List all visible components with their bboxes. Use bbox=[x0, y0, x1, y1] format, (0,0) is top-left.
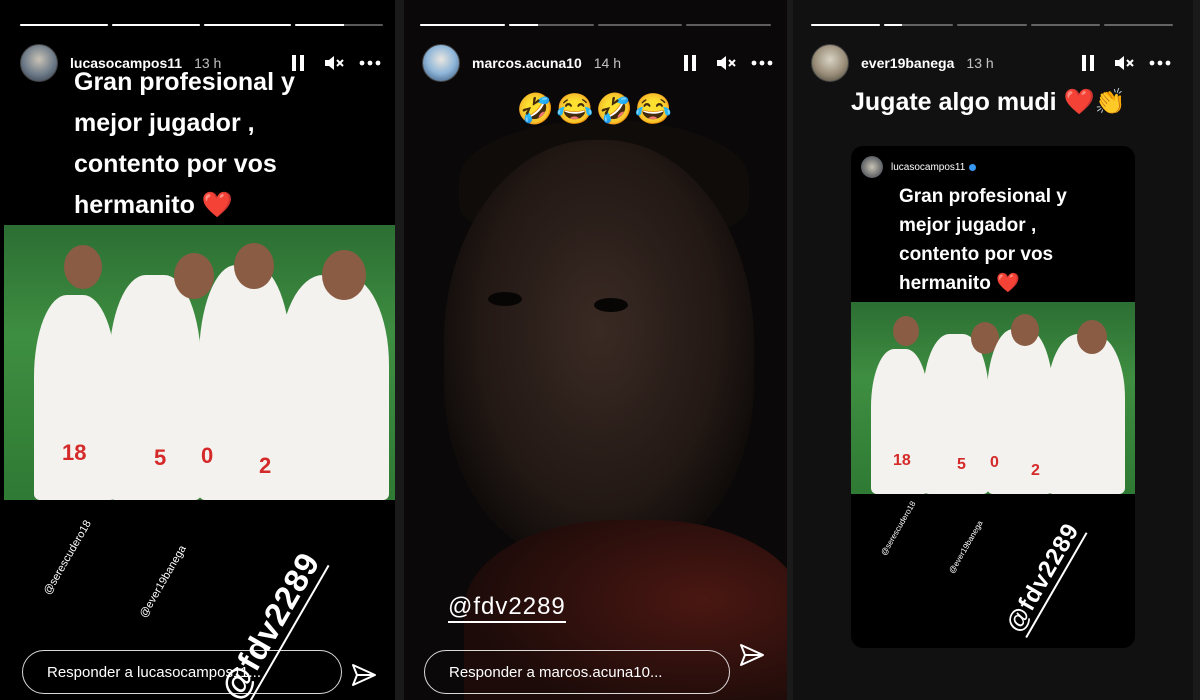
progress-segment bbox=[420, 24, 505, 26]
progress-segment bbox=[884, 24, 954, 26]
progress-segment bbox=[295, 24, 383, 26]
emoji-sticker: 🤣😂🤣😂 bbox=[516, 93, 675, 126]
reply-input[interactable]: Responder a lucasocampos11... bbox=[22, 650, 342, 694]
story-photo-players: 18 5 0 2 bbox=[4, 225, 395, 500]
avatar[interactable] bbox=[422, 44, 460, 82]
caption-line: mejor jugador , bbox=[74, 109, 255, 137]
story-marcos-acuna10[interactable]: marcos.acuna10 14 h 🤣😂🤣😂 @fdv2289 Respon… bbox=[404, 0, 787, 700]
story-progress-bar bbox=[420, 24, 771, 26]
muted-speaker-icon[interactable] bbox=[715, 52, 737, 74]
story-time: 14 h bbox=[593, 55, 621, 71]
shared-story-header: lucasocampos11 bbox=[861, 156, 977, 178]
story-lucasocampos11[interactable]: 18 5 0 2 lucasocampos11 13 h Gran profes… bbox=[0, 0, 395, 700]
jersey-number: 2 bbox=[1031, 462, 1040, 479]
jersey-number: 0 bbox=[990, 454, 999, 471]
progress-segment bbox=[508, 24, 594, 26]
story-username[interactable]: ever19banega bbox=[861, 55, 954, 71]
caption-line: Gran profesional y bbox=[74, 68, 295, 96]
caption-line: mejor jugador , bbox=[899, 215, 1037, 236]
more-horizontal-icon[interactable] bbox=[751, 52, 773, 74]
muted-speaker-icon[interactable] bbox=[323, 52, 345, 74]
avatar bbox=[861, 156, 883, 178]
story-ever19banega[interactable]: ever19banega 13 h Jugate algo mudi ❤️👏 l… bbox=[793, 0, 1193, 700]
story-username[interactable]: marcos.acuna10 bbox=[472, 55, 582, 71]
caption-line: hermanito bbox=[74, 191, 195, 219]
heart-emoji: ❤️ bbox=[201, 191, 233, 219]
jersey-number: 5 bbox=[154, 445, 167, 470]
caption-text: Jugate algo mudi bbox=[851, 88, 1057, 116]
mention-sticker[interactable]: @serescudero18 bbox=[879, 500, 917, 557]
mention-sticker[interactable]: @ever19banega bbox=[947, 519, 984, 575]
mention-sticker[interactable]: @fdv2289 bbox=[1001, 518, 1088, 638]
progress-segment bbox=[1103, 24, 1174, 26]
more-horizontal-icon[interactable] bbox=[359, 52, 381, 74]
pause-icon[interactable] bbox=[679, 52, 701, 74]
story-caption: Gran profesional y mejor jugador , conte… bbox=[74, 62, 295, 226]
verified-badge-icon bbox=[969, 163, 977, 171]
progress-segment bbox=[686, 24, 771, 26]
muted-speaker-icon[interactable] bbox=[1113, 52, 1135, 74]
mention-sticker[interactable]: @fdv2289 bbox=[448, 593, 566, 623]
jersey-number: 2 bbox=[259, 453, 272, 478]
jersey-number: 0 bbox=[201, 443, 214, 468]
progress-segment bbox=[111, 24, 200, 26]
story-progress-bar bbox=[811, 24, 1174, 26]
story-time: 13 h bbox=[966, 55, 994, 71]
paper-plane-icon[interactable] bbox=[738, 641, 766, 669]
caption-line: Gran profesional y bbox=[899, 186, 1067, 207]
shared-story-caption: Gran profesional y mejor jugador , conte… bbox=[899, 182, 1067, 298]
caption-line: contento por vos bbox=[899, 244, 1054, 265]
jersey-number: 5 bbox=[957, 456, 966, 473]
video-face bbox=[444, 140, 754, 560]
shared-story-username[interactable]: lucasocampos11 bbox=[891, 162, 965, 173]
story-progress-bar bbox=[20, 24, 383, 26]
jersey-number: 18 bbox=[893, 452, 911, 469]
story-header: ever19banega 13 h bbox=[811, 44, 1171, 82]
story-header: marcos.acuna10 14 h bbox=[422, 44, 773, 82]
shared-story-card[interactable]: lucasocampos11 Gran profesional y mejor … bbox=[851, 146, 1135, 648]
more-horizontal-icon[interactable] bbox=[1149, 52, 1171, 74]
progress-segment bbox=[597, 24, 683, 26]
pause-icon[interactable] bbox=[1077, 52, 1099, 74]
heart-clap-emoji: ❤️👏 bbox=[1063, 88, 1126, 116]
progress-segment bbox=[957, 24, 1027, 26]
progress-segment bbox=[20, 24, 108, 26]
progress-segment bbox=[1030, 24, 1100, 26]
caption-line: contento por vos bbox=[74, 150, 277, 178]
progress-segment bbox=[811, 24, 881, 26]
shared-story-photo-players: 18 5 0 2 bbox=[851, 302, 1135, 494]
story-caption: Jugate algo mudi ❤️👏 bbox=[851, 88, 1126, 117]
paper-plane-icon[interactable] bbox=[350, 661, 378, 689]
mention-sticker[interactable]: @ever19banega bbox=[138, 543, 189, 620]
caption-line: hermanito bbox=[899, 273, 991, 294]
reply-input[interactable]: Responder a marcos.acuna10... bbox=[424, 650, 730, 694]
jersey-number: 18 bbox=[62, 440, 87, 465]
heart-emoji: ❤️ bbox=[996, 273, 1020, 294]
avatar[interactable] bbox=[20, 44, 58, 82]
progress-segment bbox=[203, 24, 292, 26]
mention-sticker[interactable]: @serescudero18 bbox=[42, 518, 94, 597]
avatar[interactable] bbox=[811, 44, 849, 82]
